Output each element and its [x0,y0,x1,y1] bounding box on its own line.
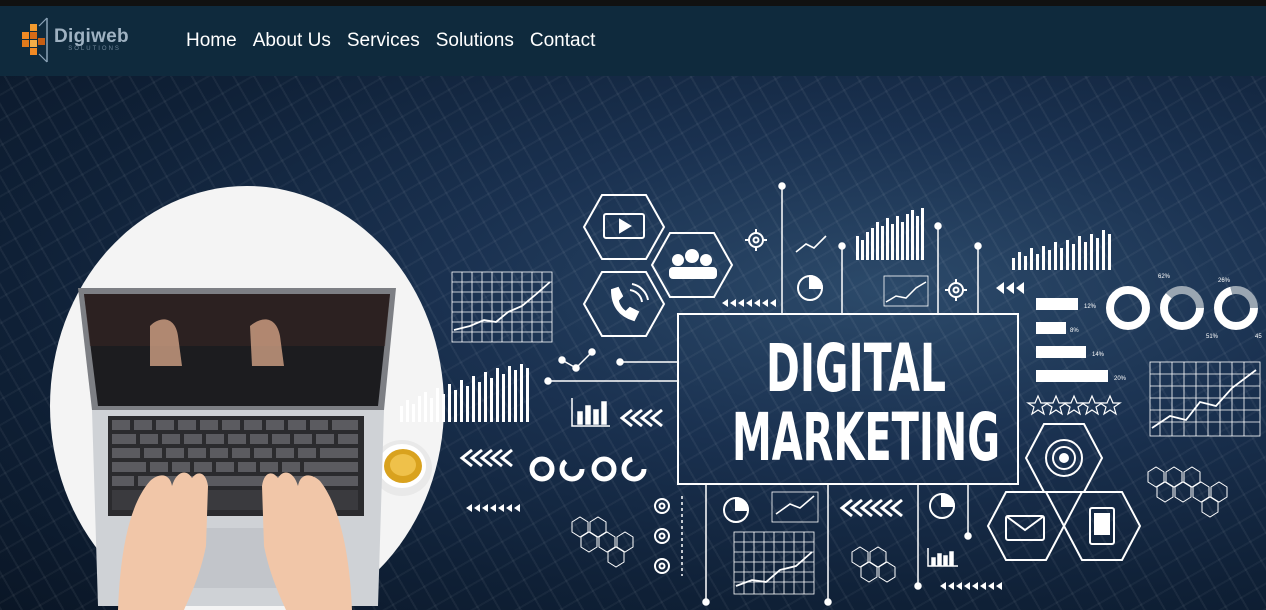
phone-call-icon [582,271,666,337]
bar-label-4: 20% [1114,376,1127,382]
nav-item-about-us[interactable]: About Us [253,30,331,52]
laptop-desk-illustration [50,186,444,610]
email-icon [986,491,1066,561]
main-nav: Home About Us Services Solutions Contact [186,6,611,76]
brand-name: Digiweb [54,26,129,47]
brand-tagline: SOLUTIONS [68,46,121,52]
bar-label-2: 8% [1070,328,1079,334]
nav-item-solutions[interactable]: Solutions [436,30,514,52]
bar-label-1: 12% [1084,304,1097,310]
hero-banner: DIGITAL MARKETING 62% 26% 51% 45 12% 8% … [0,76,1266,610]
site-header: Digiweb SOLUTIONS Home About Us Services… [0,6,1266,76]
digital-marketing-frame: DIGITAL MARKETING [677,313,1019,485]
horizontal-bars-graphic [1036,298,1108,382]
donut-label-4: 45 [1255,334,1262,340]
donut-label-1: 62% [1158,274,1171,280]
team-icon [650,232,734,298]
nav-item-home[interactable]: Home [186,30,237,52]
nav-item-contact[interactable]: Contact [530,30,595,52]
headline-marketing: MARKETING [732,399,1000,476]
network-nodes-icon [558,348,596,372]
donut-label-2: 26% [1218,278,1231,284]
headline-digital: DIGITAL [766,330,946,407]
star-rating-icon [1026,394,1122,416]
hero-illustration: DIGITAL MARKETING 62% 26% 51% 45 12% 8% … [50,182,1262,610]
bar-label-3: 14% [1092,352,1105,358]
brand-logo[interactable]: Digiweb SOLUTIONS [20,16,150,64]
logo-mark-icon [20,16,50,64]
donut-label-3: 51% [1206,334,1219,340]
nav-item-services[interactable]: Services [347,30,420,52]
